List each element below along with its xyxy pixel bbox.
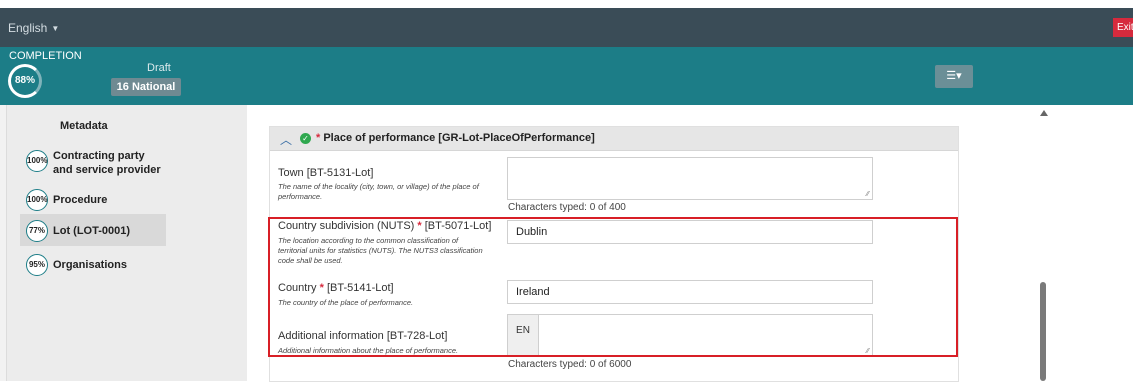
town-label: Town [BT-5131-Lot] — [278, 167, 374, 179]
resize-grip-icon[interactable]: ⁄⁄ — [867, 191, 869, 198]
highlight-box — [268, 217, 958, 357]
sidebar-item-label: Contracting party and service provider — [53, 150, 161, 176]
scroll-up-icon[interactable] — [1040, 110, 1048, 116]
app-window: English ▼ Exit COMPLETION 88% Draft 16 Na… — [0, 0, 1133, 382]
sidebar-item-label: Organisations — [53, 259, 127, 271]
sidebar-item-contracting-party[interactable]: 100% Contracting party and service provi… — [20, 143, 166, 183]
completion-percent: 88% — [14, 75, 35, 86]
language-label: English — [8, 21, 48, 35]
required-marker: * — [316, 132, 321, 144]
language-selector[interactable]: English ▼ — [8, 21, 59, 35]
progress-ring-icon: 100% — [26, 150, 48, 172]
status-text: Draft — [147, 62, 171, 74]
filter-dropdown-button[interactable]: ☰▾ — [935, 65, 973, 88]
exit-button[interactable]: Exit — [1113, 18, 1133, 37]
sidebar: Metadata 100% Contracting party and serv… — [7, 105, 247, 381]
sidebar-item-procedure[interactable]: 100% Procedure — [20, 183, 166, 215]
section-title: * Place of performance [GR-Lot-PlaceOfPe… — [316, 132, 595, 144]
section-header[interactable]: ︿ ✓ * Place of performance [GR-Lot-Place… — [270, 127, 958, 151]
progress-ring-icon: 95% — [26, 254, 48, 276]
progress-ring-icon: 100% — [26, 189, 48, 211]
sidebar-item-organisations[interactable]: 95% Organisations — [20, 248, 166, 280]
town-textarea[interactable]: ⁄⁄ — [507, 157, 873, 200]
completion-band: COMPLETION 88% Draft 16 National ☰▾ — [0, 47, 1133, 105]
chevron-up-icon[interactable]: ︿ — [280, 131, 292, 148]
caret-down-icon: ▼ — [51, 24, 60, 34]
scrollbar-thumb[interactable] — [1040, 282, 1046, 381]
progress-ring-icon: 77% — [26, 220, 48, 242]
town-description: The name of the locality (city, town, or… — [278, 182, 479, 201]
town-char-counter: Characters typed: 0 of 400 — [508, 202, 626, 213]
status-badge: 16 National — [111, 78, 181, 96]
sidebar-item-label: Procedure — [53, 194, 108, 206]
check-icon: ✓ — [300, 133, 311, 144]
top-bar: English ▼ Exit — [0, 8, 1133, 47]
sidebar-item-label: Lot (LOT-0001) — [53, 225, 131, 237]
left-edge — [0, 105, 7, 381]
sidebar-heading: Metadata — [60, 120, 108, 132]
section-title-text: Place of performance [GR-Lot-PlaceOfPerf… — [323, 132, 595, 144]
sidebar-item-lot[interactable]: 77% Lot (LOT-0001) — [20, 214, 166, 246]
completion-label: COMPLETION — [9, 50, 82, 62]
additional-info-char-counter: Characters typed: 0 of 6000 — [508, 359, 632, 370]
filter-icon: ☰▾ — [946, 70, 962, 82]
